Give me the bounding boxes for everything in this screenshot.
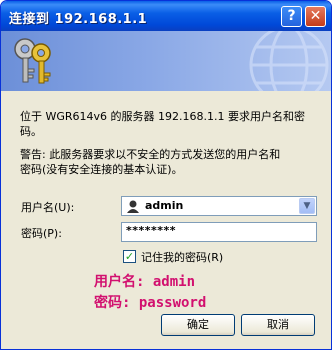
chevron-down-icon[interactable]: ▼ — [299, 198, 315, 214]
keys-icon — [14, 38, 51, 84]
annotation-username: 用户名: admin — [94, 274, 196, 290]
username-value: admin — [145, 199, 184, 212]
username-label: 用户名(U): — [21, 201, 75, 214]
help-button[interactable]: ? — [281, 6, 302, 27]
window-title: 连接到 192.168.1.1 — [9, 12, 148, 27]
title-bar[interactable]: 连接到 192.168.1.1 ? ✕ — [1, 1, 331, 31]
user-icon — [127, 200, 139, 213]
password-value: ******** — [126, 224, 177, 237]
ok-button[interactable]: 确定 — [161, 314, 235, 336]
globe-icon — [249, 31, 329, 91]
dialog-body: 位于 WGR614v6 的服务器 192.168.1.1 要求用户名和密 码。 … — [1, 91, 331, 349]
username-combobox[interactable]: admin ▼ — [121, 196, 317, 216]
cancel-button[interactable]: 取消 — [241, 314, 315, 336]
annotation-password: 密码: password — [94, 295, 207, 311]
warning-line-2: 密码(没有安全连接的基本认证)。 — [20, 163, 183, 176]
password-label: 密码(P): — [21, 227, 62, 240]
dialog-banner — [1, 31, 331, 91]
login-dialog: 连接到 192.168.1.1 ? ✕ 位于 WGR614v6 的服务器 192… — [0, 0, 332, 350]
remember-password-checkbox[interactable]: ✓ — [123, 250, 136, 263]
message-line-2: 码。 — [20, 125, 42, 138]
message-line-1: 位于 WGR614v6 的服务器 192.168.1.1 要求用户名和密 — [20, 110, 306, 123]
remember-password-label[interactable]: 记住我的密码(R) — [141, 249, 223, 265]
warning-line-1: 警告: 此服务器要求以不安全的方式发送您的用户名和 — [20, 148, 281, 161]
password-field[interactable]: ******** — [121, 222, 317, 242]
close-button[interactable]: ✕ — [305, 6, 326, 27]
